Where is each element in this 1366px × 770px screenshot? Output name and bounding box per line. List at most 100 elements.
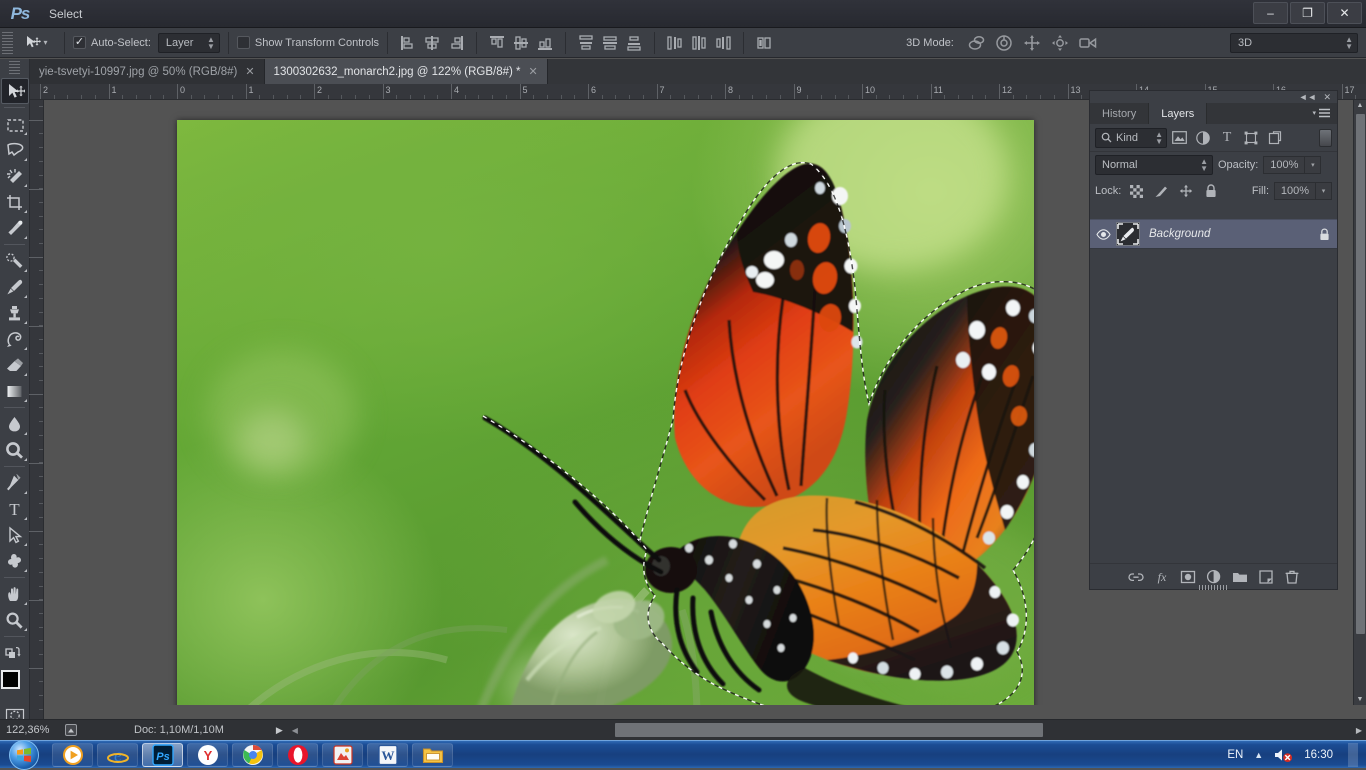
blend-mode-dropdown[interactable]: Normal ▲▼ (1095, 155, 1213, 175)
tools-panel-grip[interactable] (9, 61, 20, 75)
align-left-edges-button[interactable] (397, 32, 419, 54)
lock-transparent-pixels-icon[interactable] (1126, 181, 1146, 201)
show-transform-controls-control[interactable]: Show Transform Controls (237, 36, 379, 49)
add-layer-style-button[interactable]: fx (1149, 565, 1175, 589)
horizontal-scroll-thumb[interactable] (615, 723, 1043, 737)
fill-slider-arrow-icon[interactable]: ▾ (1316, 182, 1332, 200)
move-tool[interactable] (1, 78, 29, 104)
status-collapse-arrow-icon[interactable]: ◀ (292, 726, 298, 735)
roll-3d-button[interactable] (993, 32, 1015, 54)
color-swatches[interactable] (1, 670, 29, 700)
collapse-panel-icon[interactable]: ◄◄ (1299, 92, 1317, 102)
taskbar-item-google-chrome[interactable] (232, 743, 273, 767)
distribute-bottom-edges-button[interactable] (623, 32, 645, 54)
zoom-level-field[interactable]: 122,36% (4, 724, 56, 736)
auto-select-checkbox[interactable]: ✓ (73, 36, 86, 49)
slide-3d-button[interactable] (1049, 32, 1071, 54)
new-group-button[interactable] (1227, 565, 1253, 589)
eyedropper-tool[interactable] (1, 215, 29, 241)
taskbar-item-windows-media-player[interactable] (52, 743, 93, 767)
document-tab[interactable]: yie-tsvetyi-10997.jpg @ 50% (RGB/8#)✕ (30, 59, 265, 84)
auto-select-control[interactable]: ✓ Auto-Select: (73, 36, 151, 49)
swap-colors-button[interactable] (1, 640, 29, 666)
panel-resize-handle[interactable] (1199, 585, 1229, 590)
rectangular-marquee-tool[interactable] (1, 111, 29, 137)
layer-thumbnail[interactable] (1116, 222, 1140, 246)
show-hidden-icons-arrow-icon[interactable]: ▲ (1254, 750, 1263, 760)
type-tool[interactable]: T (1, 496, 29, 522)
filter-shape-layers-icon[interactable] (1239, 127, 1263, 149)
taskbar-item-adobe-photoshop[interactable]: Ps (142, 743, 183, 767)
restore-button[interactable]: ❐ (1290, 2, 1325, 24)
distribute-vertical-centers-button[interactable] (599, 32, 621, 54)
close-tab-icon[interactable]: ✕ (245, 65, 254, 78)
magic-wand-tool[interactable] (1, 163, 29, 189)
crop-tool[interactable] (1, 189, 29, 215)
layer-row[interactable]: Background (1090, 219, 1337, 249)
menu-select[interactable]: Select (40, 0, 101, 28)
path-selection-tool[interactable] (1, 522, 29, 548)
dodge-tool[interactable] (1, 437, 29, 463)
language-indicator[interactable]: EN (1227, 749, 1243, 761)
document-canvas[interactable] (177, 120, 1034, 705)
auto-align-layers-button[interactable] (753, 32, 775, 54)
add-layer-mask-button[interactable] (1175, 565, 1201, 589)
hscroll-right-arrow-icon[interactable]: ▶ (1356, 726, 1362, 735)
opacity-field[interactable]: 100% (1263, 156, 1305, 174)
eraser-tool[interactable] (1, 352, 29, 378)
lock-image-pixels-icon[interactable] (1151, 181, 1171, 201)
scroll-up-arrow-icon[interactable]: ▲ (1354, 100, 1366, 109)
clone-stamp-tool[interactable] (1, 300, 29, 326)
filter-enable-toggle[interactable] (1319, 129, 1332, 147)
volume-muted-icon[interactable] (1274, 747, 1293, 763)
brush-tool[interactable] (1, 274, 29, 300)
rotate-3d-button[interactable] (965, 32, 987, 54)
panel-tab-history[interactable]: History (1090, 103, 1149, 124)
panel-tab-layers[interactable]: Layers (1149, 103, 1207, 124)
close-button[interactable]: ✕ (1327, 2, 1362, 24)
align-bottom-edges-button[interactable] (534, 32, 556, 54)
align-horizontal-centers-button[interactable] (421, 32, 443, 54)
fill-field[interactable]: 100% (1274, 182, 1316, 200)
link-layers-button[interactable] (1123, 565, 1149, 589)
document-thumbnail-icon[interactable] (62, 723, 80, 738)
spot-healing-brush-tool[interactable] (1, 248, 29, 274)
vertical-scroll-thumb[interactable] (1356, 114, 1365, 634)
filter-pixel-layers-icon[interactable] (1167, 127, 1191, 149)
close-panel-icon[interactable]: ✕ (1323, 92, 1331, 103)
filter-type-layers-icon[interactable]: T (1215, 127, 1239, 149)
custom-shape-tool[interactable] (1, 548, 29, 574)
history-brush-tool[interactable] (1, 326, 29, 352)
align-right-edges-button[interactable] (445, 32, 467, 54)
lasso-tool[interactable] (1, 137, 29, 163)
taskbar-item-photo-viewer-app[interactable] (322, 743, 363, 767)
zoom-tool[interactable] (1, 607, 29, 633)
gradient-tool[interactable] (1, 378, 29, 404)
workspace-switcher[interactable]: 3D ▲▼ (1230, 33, 1358, 53)
scroll-down-arrow-icon[interactable]: ▼ (1354, 696, 1366, 703)
distribute-horizontal-centers-button[interactable] (688, 32, 710, 54)
lock-position-icon[interactable] (1176, 181, 1196, 201)
show-desktop-button[interactable] (1348, 743, 1358, 767)
options-bar-grip[interactable] (2, 32, 13, 54)
panel-menu-button[interactable]: ▾ (1312, 108, 1331, 118)
distribute-right-edges-button[interactable] (712, 32, 734, 54)
layer-list[interactable]: Background (1090, 219, 1337, 543)
layer-visibility-toggle[interactable] (1090, 229, 1116, 240)
filter-adjustment-layers-icon[interactable] (1191, 127, 1215, 149)
align-vertical-centers-button[interactable] (510, 32, 532, 54)
taskbar-item-internet-explorer[interactable]: e (97, 743, 138, 767)
scale-3d-button[interactable] (1077, 32, 1099, 54)
status-expand-arrow-icon[interactable]: ▶ (276, 725, 283, 736)
pen-tool[interactable] (1, 470, 29, 496)
document-tab[interactable]: 1300302632_monarch2.jpg @ 122% (RGB/8#) … (265, 59, 548, 84)
align-top-edges-button[interactable] (486, 32, 508, 54)
opacity-slider-arrow-icon[interactable]: ▾ (1305, 156, 1321, 174)
filter-smart-objects-icon[interactable] (1263, 127, 1287, 149)
taskbar-item-windows-explorer[interactable] (412, 743, 453, 767)
vertical-scrollbar[interactable]: ▲ ▼ (1353, 100, 1366, 705)
layer-filter-kind-dropdown[interactable]: Kind ▲▼ (1095, 128, 1167, 148)
show-transform-checkbox[interactable] (237, 36, 250, 49)
new-layer-button[interactable] (1253, 565, 1279, 589)
minimize-button[interactable]: – (1253, 2, 1288, 24)
